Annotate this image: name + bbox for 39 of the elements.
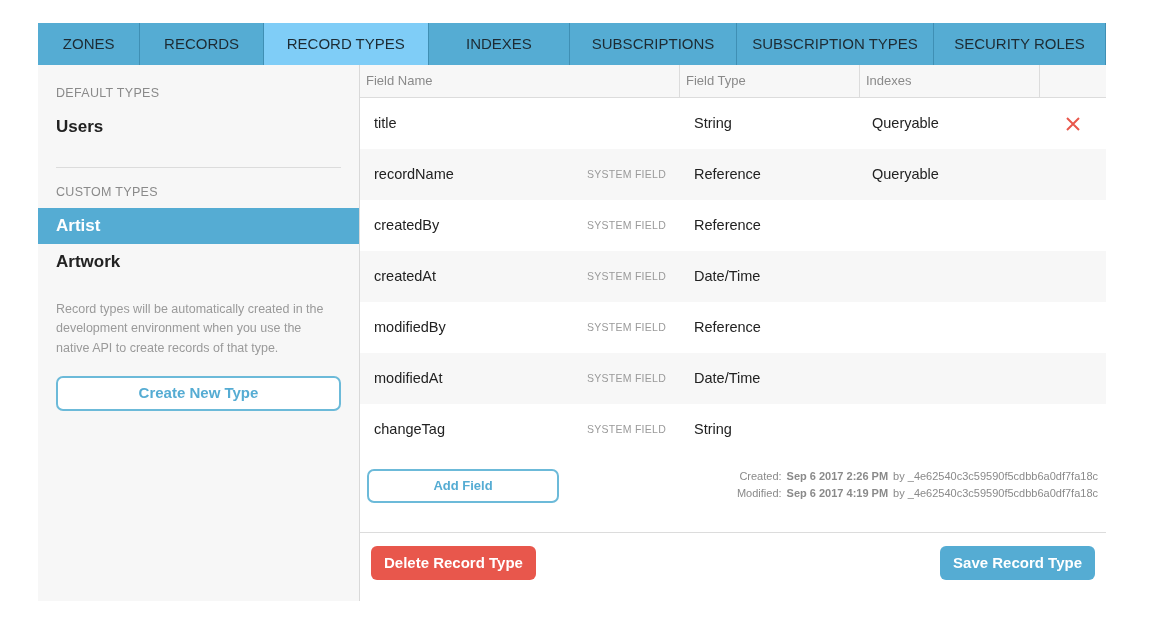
- column-header: Field Name: [360, 65, 680, 97]
- field-type: Reference: [694, 318, 761, 335]
- field-type: Reference: [694, 165, 761, 182]
- field-name: recordName: [374, 164, 454, 184]
- section-heading: DEFAULT TYPES: [56, 85, 161, 102]
- record-type-item[interactable]: Users: [38, 108, 359, 145]
- meta-label: Created:: [739, 468, 782, 484]
- system-field-label: SYSTEM FIELD: [587, 166, 666, 182]
- meta-date: Sep 6 2017 2:26 PM: [786, 468, 889, 484]
- help-text: Record types will be automatically created in the development environment when you use the native API to create records of that type.: [56, 300, 325, 357]
- field-name: changeTag: [374, 419, 445, 439]
- system-field-label: SYSTEM FIELD: [587, 217, 666, 233]
- meta-date: Sep 6 2017 4:19 PM: [786, 485, 889, 501]
- index-value: Queryable: [872, 114, 939, 131]
- field-name: title: [374, 113, 397, 133]
- column-header: Indexes: [860, 65, 1040, 97]
- meta-author: by _4e62540c3c59590f5cdbb6a0df7fa18c: [893, 485, 1098, 501]
- record-type-item[interactable]: Artwork: [38, 243, 359, 280]
- system-field-label: SYSTEM FIELD: [587, 319, 666, 335]
- field-name: createdBy: [374, 215, 440, 235]
- system-field-label: SYSTEM FIELD: [587, 421, 666, 437]
- index-value: Queryable: [872, 165, 939, 182]
- column-header: Field Type: [680, 65, 860, 97]
- field-type: Reference: [694, 216, 761, 233]
- field-type: String: [694, 114, 732, 131]
- field-name: modifiedBy: [374, 317, 446, 337]
- field-type: String: [694, 420, 732, 437]
- system-field-label: SYSTEM FIELD: [587, 370, 666, 386]
- delete-record-type-button[interactable]: Delete Record Type: [371, 546, 536, 580]
- field-name: modifiedAt: [374, 368, 443, 388]
- system-field-label: SYSTEM FIELD: [587, 268, 666, 284]
- close-icon[interactable]: [1066, 116, 1080, 131]
- field-name: createdAt: [374, 266, 437, 286]
- tab[interactable]: RECORD TYPES: [263, 23, 429, 65]
- field-type: Date/Time: [694, 267, 761, 284]
- section-heading: CUSTOM TYPES: [56, 183, 159, 201]
- meta-author: by _4e62540c3c59590f5cdbb6a0df7fa18c: [893, 468, 1098, 484]
- field-type: Date/Time: [694, 369, 761, 386]
- meta-label: Modified:: [736, 485, 782, 501]
